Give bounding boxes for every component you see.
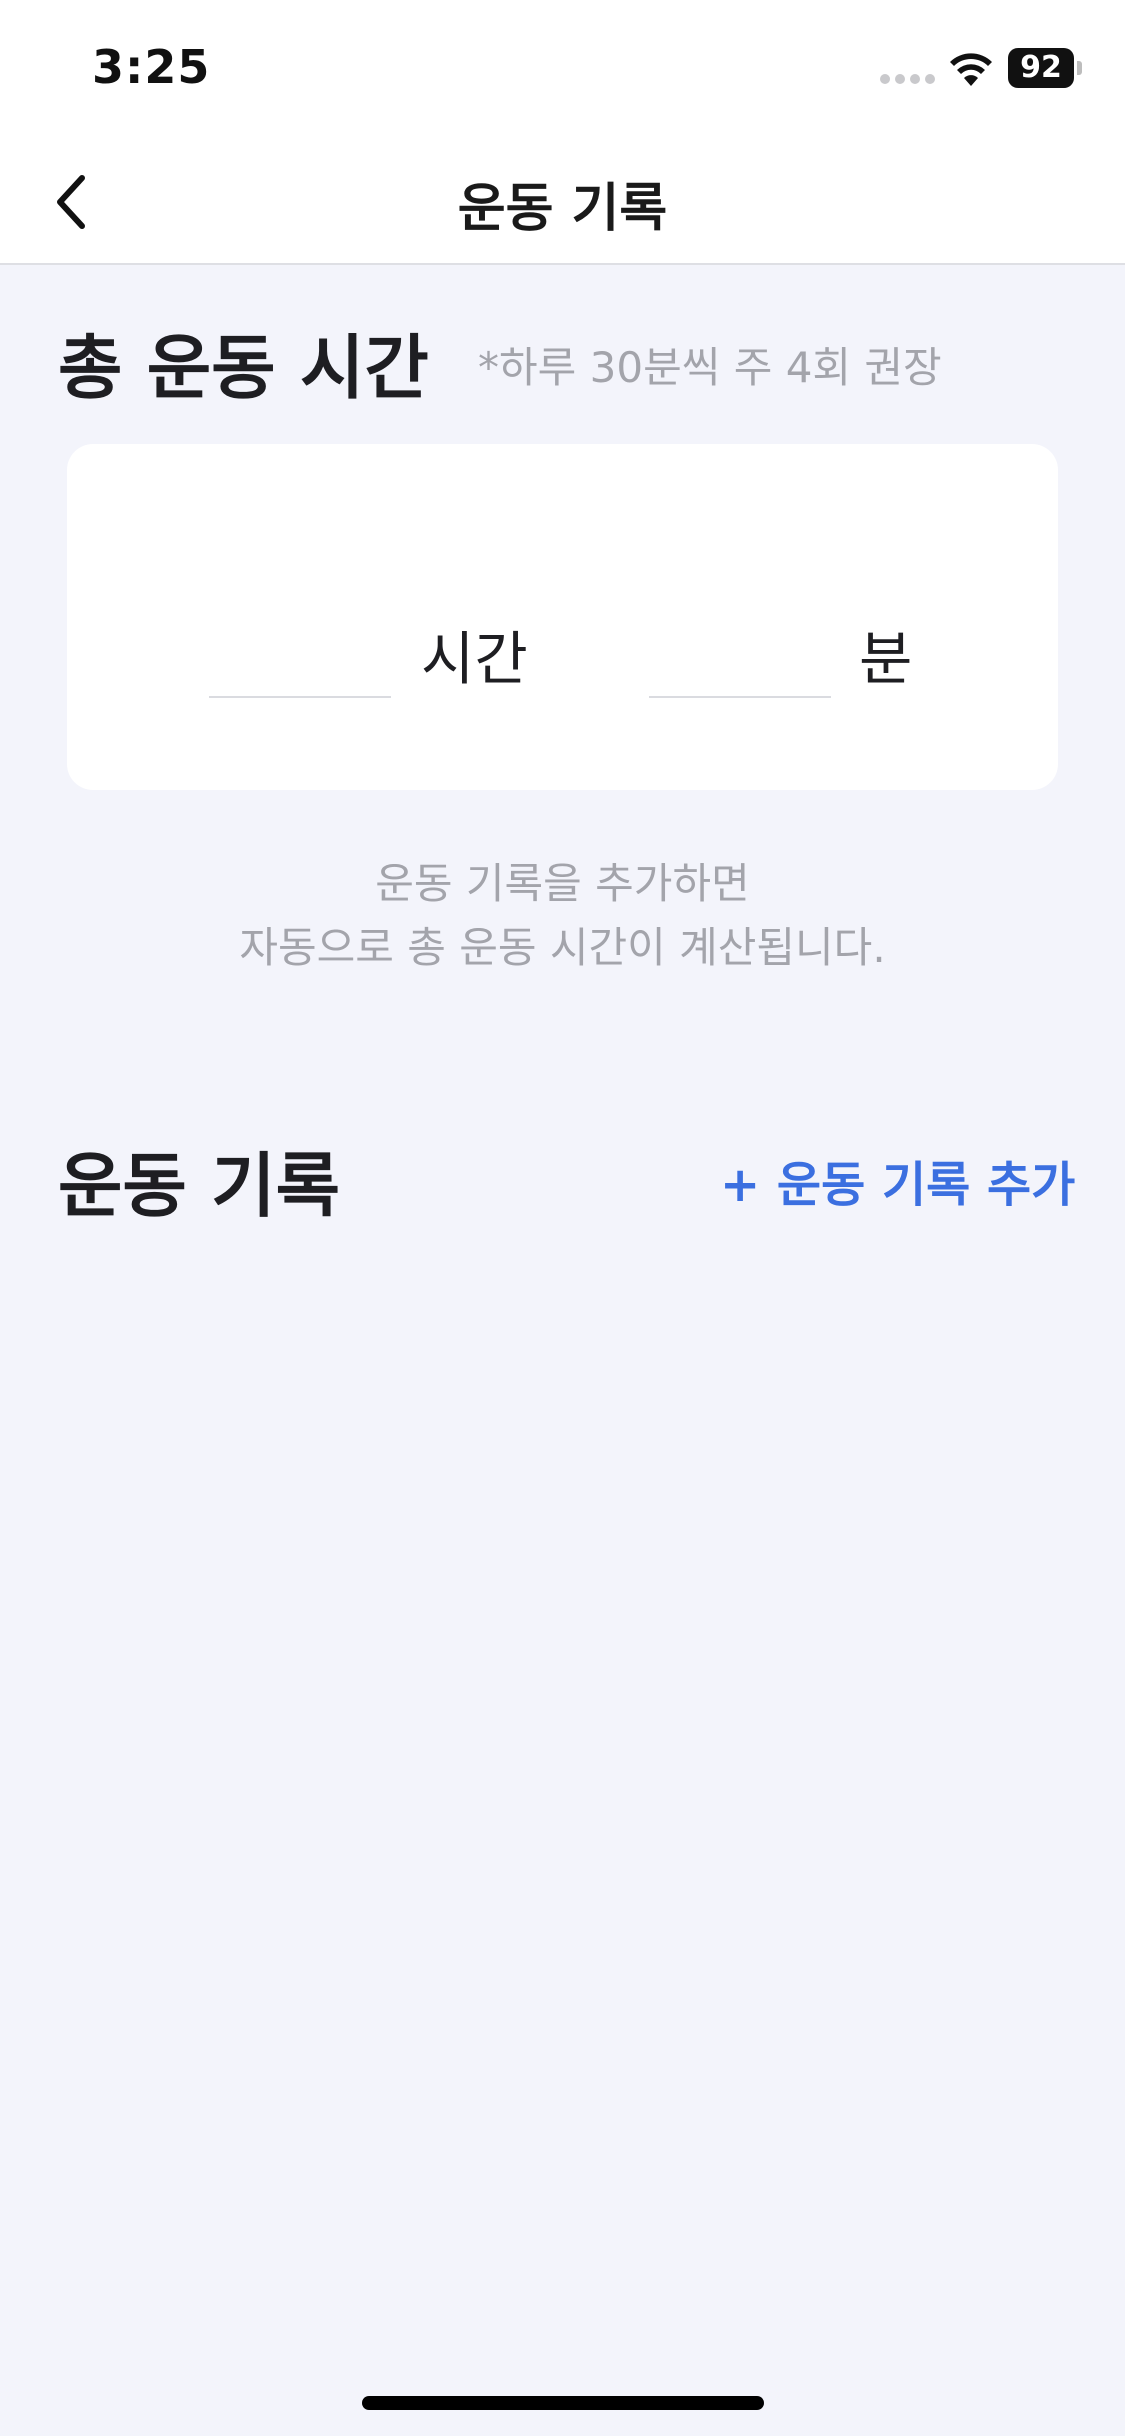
page-title: 운동 기록 xyxy=(457,179,668,239)
minutes-input[interactable] xyxy=(649,614,833,676)
hours-input[interactable] xyxy=(209,614,393,676)
auto-calc-info: 운동 기록을 추가하면 자동으로 총 운동 시간이 계산됩니다. xyxy=(0,852,1125,980)
home-indicator[interactable] xyxy=(362,2396,764,2410)
minutes-underline xyxy=(649,696,831,698)
add-record-button[interactable]: + 운동 기록 추가 xyxy=(720,1145,1075,1215)
navigation-bar: 운동 기록 xyxy=(0,140,1125,265)
hours-underline xyxy=(209,696,391,698)
battery-tip xyxy=(1077,61,1082,75)
screen: 3:25 92 운동 기록 총 운동 시간 *하루 30분씩 주 4회 권장 시… xyxy=(0,0,1125,2436)
status-time: 3:25 xyxy=(92,40,211,94)
battery-level: 92 xyxy=(1008,48,1074,88)
info-line-1: 운동 기록을 추가하면 xyxy=(375,859,750,908)
recommendation-hint: *하루 30분씩 주 4회 권장 xyxy=(478,343,942,392)
minutes-unit-label: 분 xyxy=(859,625,913,693)
battery-icon: 92 xyxy=(1008,48,1084,88)
cellular-signal-icon xyxy=(880,74,935,84)
total-time-heading: 총 운동 시간 xyxy=(58,327,429,409)
records-heading: 운동 기록 xyxy=(58,1145,340,1227)
hours-unit-label: 시간 xyxy=(421,625,528,693)
total-time-card: 시간 분 xyxy=(67,444,1058,790)
wifi-icon xyxy=(950,53,992,86)
info-line-2: 자동으로 총 운동 시간이 계산됩니다. xyxy=(239,923,886,972)
status-bar: 3:25 92 xyxy=(0,0,1125,140)
